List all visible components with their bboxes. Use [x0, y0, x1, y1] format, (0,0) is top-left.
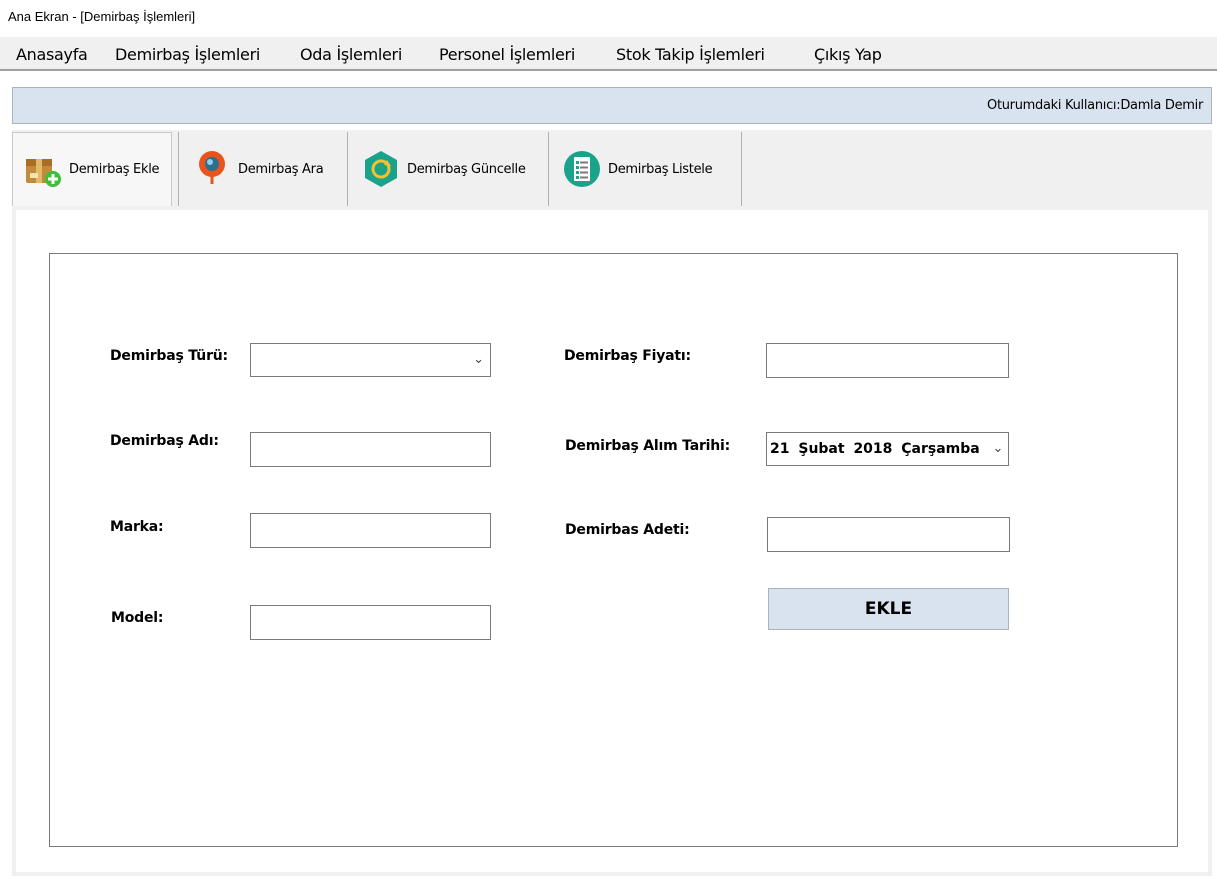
ekle-button-label: EKLE — [864, 599, 913, 619]
demirbas-ekle-label: Demirbaş Ekle — [69, 162, 160, 177]
toolbar-separator — [347, 132, 348, 206]
chevron-down-icon: ⌄ — [473, 352, 484, 367]
demirbas-guncelle-label: Demirbaş Güncelle — [407, 161, 526, 177]
demirbas-ara-button[interactable]: Demirbaş Ara — [184, 132, 344, 206]
demirbas-ara-label: Demirbaş Ara — [238, 161, 324, 177]
refresh-hexagon-icon — [361, 149, 401, 189]
demirbas-turu-label: Demirbaş Türü: — [110, 348, 228, 364]
session-bar: Oturumdaki Kullanıcı:Damla Demir — [12, 87, 1212, 124]
demirbas-listele-label: Demirbaş Listele — [608, 161, 713, 177]
chevron-down-icon: ⌄ — [988, 433, 1008, 465]
marka-input[interactable] — [250, 513, 491, 548]
window-title: Ana Ekran - [Demirbaş İşlemleri] — [8, 9, 196, 24]
menu-item-oda-islemleri[interactable]: Oda İşlemleri — [300, 45, 402, 64]
model-input[interactable] — [250, 605, 491, 640]
menu-item-demirbas-islemleri[interactable]: Demirbaş İşlemleri — [115, 45, 260, 64]
list-document-icon — [562, 149, 602, 189]
demirbas-turu-select[interactable]: ⌄ — [250, 343, 491, 377]
demirbas-alim-tarihi-picker[interactable]: 21 Şubat 2018 Çarşamba ⌄ — [766, 432, 1009, 466]
session-user-label: Oturumdaki Kullanıcı:Damla Demir — [987, 98, 1203, 113]
toolbar-separator — [548, 132, 549, 206]
window-titlebar: Ana Ekran - [Demirbaş İşlemleri] — [0, 0, 1217, 36]
demirbas-listele-button[interactable]: Demirbaş Listele — [554, 132, 739, 206]
toolbar-separator — [741, 132, 742, 206]
demirbas-adeti-input[interactable] — [767, 517, 1010, 552]
search-pin-icon — [192, 149, 232, 189]
demirbas-alim-tarihi-label: Demirbaş Alım Tarihi: — [565, 438, 731, 454]
marka-label: Marka: — [110, 519, 164, 535]
demirbas-fiyati-input[interactable] — [766, 343, 1009, 378]
demirbas-guncelle-button[interactable]: Demirbaş Güncelle — [353, 132, 546, 206]
demirbas-alim-tarihi-value: 21 Şubat 2018 Çarşamba — [770, 441, 980, 457]
menu-item-cikis-yap[interactable]: Çıkış Yap — [814, 45, 882, 64]
menu-bar: Anasayfa Demirbaş İşlemleri Oda İşlemler… — [0, 37, 1217, 71]
ekle-button[interactable]: EKLE — [768, 588, 1009, 630]
toolbar: Demirbaş Ekle Demirbaş Ara Demirbaş Günc… — [12, 130, 1212, 210]
demirbas-adi-input[interactable] — [250, 432, 491, 467]
menu-item-anasayfa[interactable]: Anasayfa — [16, 45, 88, 64]
menu-item-personel-islemleri[interactable]: Personel İşlemleri — [439, 45, 575, 64]
demirbas-ekle-button[interactable]: Demirbaş Ekle — [12, 132, 172, 206]
demirbas-fiyati-label: Demirbaş Fiyatı: — [564, 348, 691, 364]
demirbas-adi-label: Demirbaş Adı: — [110, 433, 219, 449]
menu-item-stok-takip-islemleri[interactable]: Stok Takip İşlemleri — [616, 45, 765, 64]
box-add-icon — [23, 150, 63, 190]
model-label: Model: — [111, 610, 164, 626]
toolbar-separator — [178, 132, 179, 206]
demirbas-adeti-label: Demirbas Adeti: — [565, 522, 690, 538]
